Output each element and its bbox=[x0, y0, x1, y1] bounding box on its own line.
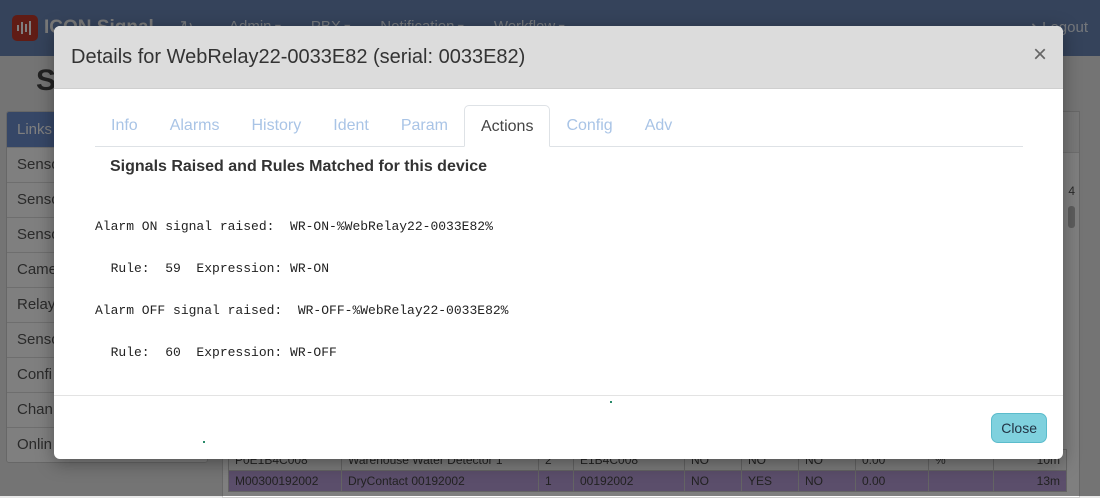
tab-param[interactable]: Param bbox=[385, 105, 464, 145]
section-heading: Signals Raised and Rules Matched for thi… bbox=[110, 158, 487, 175]
modal-header: Details for WebRelay22-0033E82 (serial: … bbox=[54, 26, 1063, 89]
signal-line: Alarm OFF signal raised: WR-OFF-%WebRela… bbox=[95, 303, 509, 318]
tab-config[interactable]: Config bbox=[550, 105, 628, 145]
tab-actions[interactable]: Actions bbox=[463, 105, 551, 147]
modal-title: Details for WebRelay22-0033E82 (serial: … bbox=[71, 46, 526, 68]
signal-line: Alarm ON signal raised: WR-ON-%WebRelay2… bbox=[95, 219, 493, 234]
close-icon[interactable]: × bbox=[1033, 43, 1047, 67]
modal-footer: Close bbox=[54, 395, 1063, 459]
details-tabs: Info Alarms History Ident Param Actions … bbox=[95, 105, 1023, 147]
device-details-modal: Details for WebRelay22-0033E82 (serial: … bbox=[54, 26, 1063, 459]
tab-info[interactable]: Info bbox=[95, 105, 154, 145]
tab-adv[interactable]: Adv bbox=[629, 105, 689, 145]
tab-ident[interactable]: Ident bbox=[317, 105, 385, 145]
tab-history[interactable]: History bbox=[235, 105, 317, 145]
rule-line: Rule: 60 Expression: WR-OFF bbox=[95, 345, 337, 360]
rule-line: Rule: 59 Expression: WR-ON bbox=[95, 261, 330, 276]
tab-alarms[interactable]: Alarms bbox=[154, 105, 236, 145]
close-button[interactable]: Close bbox=[991, 413, 1047, 443]
